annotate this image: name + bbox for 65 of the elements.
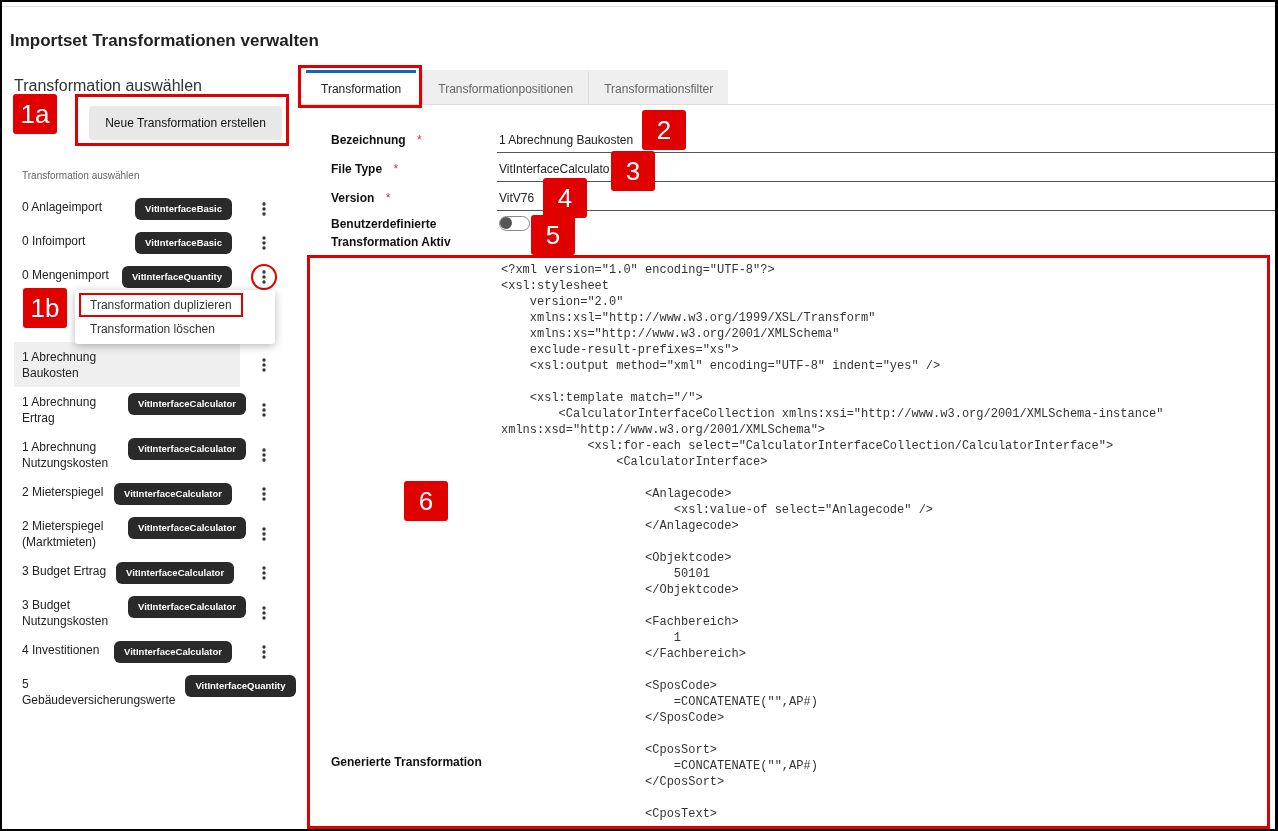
file-type-tag: VitInterfaceCalculator (113, 641, 232, 663)
file-type-tag: VitInterfaceCalculator (128, 393, 247, 415)
vertical-dots-icon (261, 202, 266, 216)
tab[interactable]: Transformationpositionen (422, 70, 589, 104)
vertical-dots-icon (261, 357, 266, 372)
field-label: Version (331, 191, 375, 205)
field-label: Generierte Transformation (331, 755, 483, 771)
menu-item[interactable]: Transformation löschen (79, 317, 226, 341)
item-name: 4 Investitionen (22, 642, 100, 658)
file-type-tag: VitInterfaceCalculator (113, 483, 232, 505)
vertical-dots-icon (261, 487, 266, 501)
toggle-switch[interactable] (499, 216, 530, 231)
item-name: 0 Infoimport (22, 233, 86, 249)
vertical-dots-icon (261, 605, 266, 620)
section-heading: Transformation auswählen (14, 76, 203, 96)
transformation-list-item[interactable]: 1 Abrechnung Baukosten (14, 342, 240, 387)
file-type-tag: VitInterfaceBasic (135, 198, 232, 220)
list-label: Transformation auswählen (21, 170, 141, 182)
file-type-tag: VitInterfaceQuantity (185, 675, 296, 697)
file-type-tag: VitInterfaceCalculator (116, 562, 235, 584)
item-name: 1 Abrechnung Nutzungskosten (22, 439, 110, 471)
item-name: 5 Gebäudeversicherungswerte (22, 676, 176, 708)
vertical-dots-icon (261, 645, 266, 659)
item-name: 1 Abrechnung Ertrag (22, 394, 98, 426)
callout-badge: 5 (531, 215, 575, 255)
item-name: 3 Budget Nutzungskosten (22, 597, 110, 629)
callout-badge: 6 (404, 481, 448, 521)
file-type-tag: VitInterfaceCalculator (128, 517, 247, 539)
file-type-tag: VitInterfaceCalculator (128, 596, 247, 618)
item-name: 2 Mieterspiegel (22, 484, 104, 500)
field-label: File Type (331, 162, 383, 176)
vertical-dots-icon (261, 270, 266, 284)
item-name: 1 Abrechnung Baukosten (22, 349, 98, 381)
transformation-list-item[interactable]: 4 Investitionen VitInterfaceCalculator (14, 635, 240, 669)
transformation-list-item[interactable]: 2 Mieterspiegel VitInterfaceCalculator (14, 477, 240, 511)
transformation-list-item[interactable]: 0 Infoimport VitInterfaceBasic (14, 226, 240, 260)
item-name: 2 Mieterspiegel (Marktmieten) (22, 518, 105, 550)
item-name: 3 Budget Ertrag (22, 563, 107, 579)
vertical-dots-icon (261, 447, 266, 462)
transformation-list-item[interactable]: 3 Budget Ertrag VitInterfaceCalculator (14, 556, 240, 590)
field-label: Benutzerdefinierte Transformation Aktiv (331, 217, 451, 249)
required-mark: * (385, 191, 391, 205)
callout-badge: 2 (642, 110, 686, 150)
file-type-tag: VitInterfaceQuantity (121, 266, 232, 288)
item-name: 0 Mengenimport (22, 267, 109, 283)
code-editor[interactable]: <?xml version="1.0" encoding="UTF-8"?> <xsl:stylesheet version="2.0" xmlns:xsl="http://www.w3.org/1999/XSL/Transform" xmlns:xs="http://www.w3.org/2001/XMLSchema" exclude-result-prefixes="xs"> <xsl:output method="xml" encoding="UTF-8" indent="yes" /> <xsl:template match="/"> <CalculatorInterfaceCollection xmlns:xsi="http://www.w3.org/2001/XMLSchema-instance" xmlns:xsd="http://www.w3.org/2001/XMLSchema"> <xsl:for-each select="CalculatorInterfaceCollection/CalculatorInterface"> <CalculatorInterface> <Anlagecode> <xsl:value-of select="Anlagecode" /> </Anlagecode> <Objektcode> 50101 </Objektcode> <Fachbereich> 1 </Fachbereich> <SposCode> =CONCATENATE("",AP#) </SposCode> <CposSort> =CONCATENATE("",AP#) </CposSort> <CposText> (497, 262, 1267, 826)
file-type-tag: VitInterfaceCalculator (128, 438, 247, 460)
file-type-tag: VitInterfaceBasic (135, 232, 232, 254)
vertical-dots-icon (261, 236, 266, 250)
required-mark: * (393, 162, 399, 176)
item-name: 0 Anlageimport (22, 199, 103, 215)
tab[interactable]: Transformationsfilter (588, 70, 729, 104)
callout-badge: 4 (543, 178, 587, 218)
vertical-dots-icon (261, 402, 266, 417)
callout-badge: 1a (13, 94, 57, 134)
menu-item[interactable]: Transformation duplizieren (79, 293, 243, 317)
vertical-dots-icon (261, 566, 266, 580)
vertical-dots-icon (261, 526, 266, 541)
callout-badge: 1b (23, 288, 67, 328)
required-mark: * (417, 133, 422, 147)
transformation-list-item[interactable]: 0 Anlageimport VitInterfaceBasic (14, 192, 240, 226)
callout-badge: 3 (611, 151, 655, 191)
field-label: Bezeichnung (331, 133, 406, 147)
page-title: Importset Transformationen verwalten (9, 30, 320, 52)
new-transformation-button[interactable]: Neue Transformation erstellen (89, 106, 282, 140)
